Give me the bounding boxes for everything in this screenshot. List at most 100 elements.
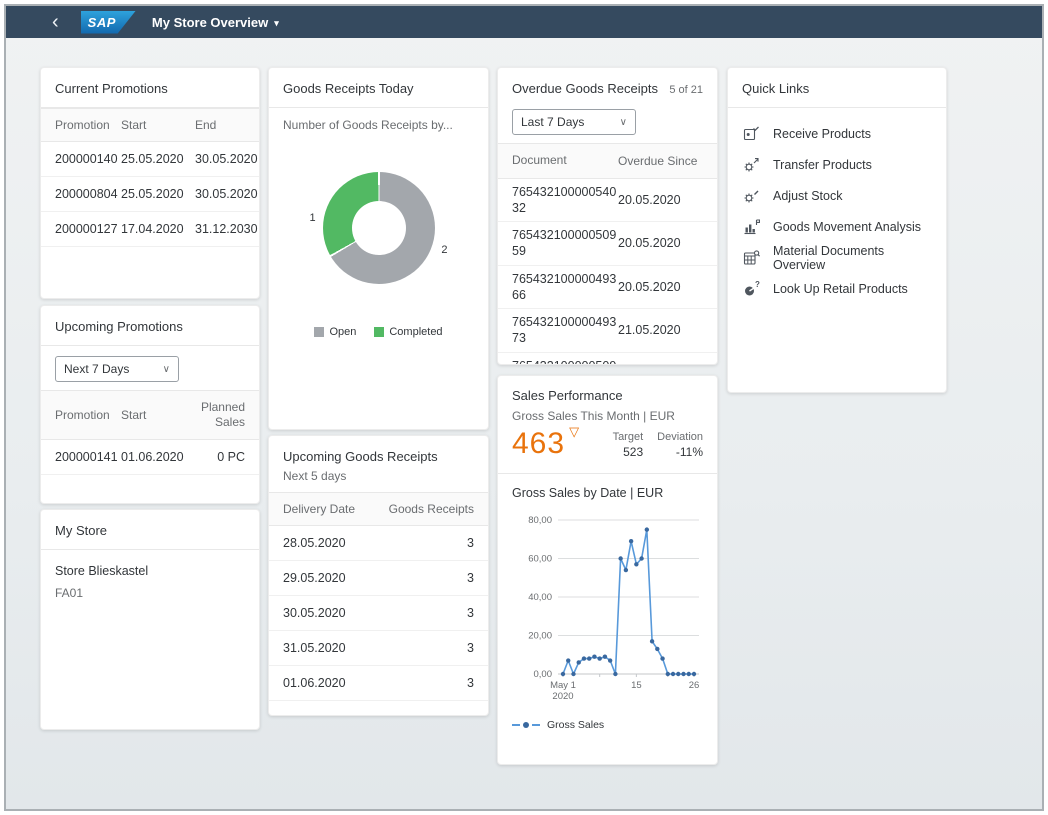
chevron-down-icon: ∨	[620, 117, 627, 128]
cell-goods-receipts: 3	[384, 676, 474, 690]
svg-text:?: ?	[755, 280, 760, 289]
donut-value-open: 2	[441, 244, 447, 256]
upcoming-promotions-card: Upcoming Promotions Next 7 Days ∨ Promot…	[40, 305, 260, 504]
cell-end: 31.12.2030	[195, 222, 258, 236]
svg-text:May 1: May 1	[550, 680, 576, 691]
legend-label-completed: Completed	[389, 326, 442, 338]
column-header: Start	[121, 408, 197, 422]
goods-receipts-donut-chart: 1 2	[323, 172, 435, 284]
column-header: Promotion	[55, 118, 121, 132]
cell-end: 30.05.2020	[195, 152, 258, 166]
table-header: Document Overdue Since	[498, 143, 717, 179]
cell-overdue-since: 20.05.2020	[618, 280, 703, 294]
cell-overdue-since: 20.05.2020	[618, 193, 703, 207]
kpi-value-group: 463▽	[512, 427, 579, 461]
table-row[interactable]: 76543210000050959 20.05.2020	[498, 222, 717, 266]
card-subtitle: Next 5 days	[283, 469, 474, 483]
svg-text:20,00: 20,00	[528, 631, 552, 642]
overdue-filter-select[interactable]: Last 7 Days ∨	[512, 109, 636, 135]
table-header: Promotion Start End	[41, 108, 259, 142]
quick-links-card: Quick Links Receive Products Transfer Pr…	[727, 67, 947, 393]
chevron-down-icon: ∨	[163, 364, 170, 375]
cell-planned-sales: 0 PC	[197, 450, 245, 464]
legend-dot-icon	[523, 722, 529, 728]
card-title: Quick Links	[728, 68, 946, 108]
quick-link-look-up-retail-products[interactable]: ? Look Up Retail Products	[728, 273, 946, 304]
cell-document: 76543210000050966	[512, 358, 618, 365]
legend-series-label: Gross Sales	[547, 719, 604, 731]
table-header: Delivery Date Goods Receipts	[269, 492, 488, 526]
goods-movement-analysis-icon	[742, 218, 760, 236]
cell-delivery-date: 28.05.2020	[283, 536, 384, 550]
cell-delivery-date: 29.05.2020	[283, 571, 384, 585]
cell-delivery-date: 01.06.2020	[283, 676, 384, 690]
table-row[interactable]: 01.06.2020 3	[269, 666, 488, 701]
quick-link-goods-movement-analysis[interactable]: Goods Movement Analysis	[728, 211, 946, 242]
legend-line-icon	[532, 724, 540, 726]
table-row[interactable]: 30.05.2020 3	[269, 596, 488, 631]
table-header: Promotion Start Planned Sales	[41, 390, 259, 440]
app-window: ‹ SAP My Store Overview ▾ Current Promot…	[4, 4, 1044, 811]
table-row[interactable]: 28.05.2020 3	[269, 526, 488, 561]
quick-link-label: Transfer Products	[773, 158, 872, 172]
overdue-goods-receipts-card: Overdue Goods Receipts 5 of 21 Last 7 Da…	[497, 67, 718, 365]
table-row[interactable]: 200000141 01.06.2020 0 PC	[41, 440, 259, 475]
adjust-stock-icon	[742, 187, 760, 205]
quick-link-transfer-products[interactable]: Transfer Products	[728, 149, 946, 180]
cell-overdue-since: 20.05.2020	[618, 236, 703, 250]
table-row[interactable]: 200000804 25.05.2020 30.05.2020	[41, 177, 259, 212]
column-header: Overdue Since	[618, 154, 703, 168]
cell-promotion: 200000141	[55, 450, 121, 464]
cell-start: 25.05.2020	[121, 152, 195, 166]
quick-link-label: Adjust Stock	[773, 189, 842, 203]
quick-link-adjust-stock[interactable]: Adjust Stock	[728, 180, 946, 211]
card-title: Upcoming Goods Receipts	[283, 449, 474, 464]
quick-link-label: Goods Movement Analysis	[773, 220, 921, 234]
cell-goods-receipts: 3	[384, 571, 474, 585]
svg-text:26: 26	[689, 680, 700, 691]
goods-receipts-today-card: Goods Receipts Today Number of Goods Rec…	[268, 67, 489, 430]
quick-link-material-documents-overview[interactable]: Material Documents Overview	[728, 242, 946, 273]
table-row[interactable]: 76543210000050966 21.05.2020	[498, 353, 717, 365]
cell-document: 76543210000049373	[512, 314, 618, 347]
my-store-card: My Store Store Blieskastel FA01	[40, 509, 260, 730]
deviation-label: Deviation	[657, 431, 703, 443]
chart-subtitle: Number of Goods Receipts by...	[269, 112, 488, 132]
table-row[interactable]: 200000140 25.05.2020 30.05.2020	[41, 142, 259, 177]
cell-start: 01.06.2020	[121, 450, 197, 464]
table-row[interactable]: 76543210000054032 20.05.2020	[498, 179, 717, 223]
page-title[interactable]: My Store Overview ▾	[152, 15, 279, 30]
kpi-value: 463	[512, 427, 565, 460]
app-header: ‹ SAP My Store Overview ▾	[6, 6, 1042, 38]
target-value: 523	[613, 445, 644, 459]
table-row[interactable]: 31.05.2020 3	[269, 631, 488, 666]
legend-line-icon	[512, 724, 520, 726]
table-row[interactable]: 200000127 17.04.2020 31.12.2030	[41, 212, 259, 247]
quick-link-label: Material Documents Overview	[773, 244, 932, 272]
filter-value: Last 7 Days	[521, 115, 584, 129]
table-row[interactable]: 29.05.2020 3	[269, 561, 488, 596]
quick-link-label: Look Up Retail Products	[773, 282, 908, 296]
kpi-label: Gross Sales This Month | EUR	[512, 409, 703, 423]
upcoming-promotions-filter-select[interactable]: Next 7 Days ∨	[55, 356, 179, 382]
upcoming-goods-receipts-card: Upcoming Goods Receipts Next 5 days Deli…	[268, 435, 489, 716]
svg-text:0,00: 0,00	[534, 669, 553, 680]
card-title: My Store	[41, 510, 259, 550]
store-id: FA01	[55, 586, 245, 600]
card-title: Goods Receipts Today	[269, 68, 488, 108]
card-title: Sales Performance	[512, 388, 703, 403]
svg-text:2020: 2020	[552, 691, 573, 702]
cell-overdue-since: 21.05.2020	[618, 323, 703, 337]
svg-text:60,00: 60,00	[528, 554, 552, 565]
quick-link-receive-products[interactable]: Receive Products	[728, 118, 946, 149]
table-row[interactable]: 76543210000049373 21.05.2020	[498, 309, 717, 353]
column-header: Start	[121, 118, 195, 132]
back-icon[interactable]: ‹	[46, 12, 65, 32]
chart-title: Gross Sales by Date | EUR	[512, 486, 703, 500]
cell-start: 17.04.2020	[121, 222, 195, 236]
page-title-text: My Store Overview	[152, 15, 268, 30]
table-row[interactable]: 76543210000049366 20.05.2020	[498, 266, 717, 310]
donut-value-completed: 1	[310, 212, 316, 224]
cell-start: 25.05.2020	[121, 187, 195, 201]
line-chart-legend: Gross Sales	[512, 719, 717, 731]
